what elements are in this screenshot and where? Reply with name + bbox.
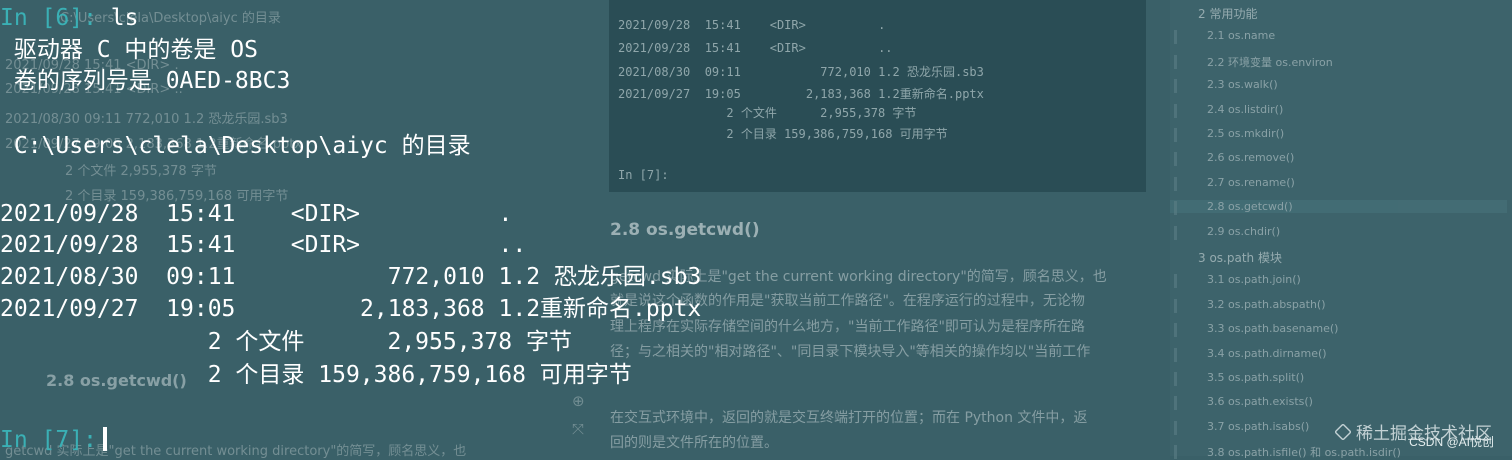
watermark-sub: CSDN @AI悦创 [1409, 435, 1494, 449]
serial-line: 卷的序列号是 0AED-8BC3 [0, 68, 291, 94]
directory-header: C:\Users\clela\Desktop\aiyc 的目录 [0, 133, 471, 159]
files-summary: 2 个文件 2,955,378 字节 [0, 329, 572, 355]
dir-entry: 2021/09/28 15:41 <DIR> . [0, 201, 513, 227]
prompt-label: In [7]: [0, 427, 97, 453]
text-cursor [102, 427, 107, 451]
prompt-line-2[interactable]: In [7]: [0, 426, 107, 454]
juejin-logo-icon [1334, 423, 1352, 441]
command-text: ls [110, 5, 139, 31]
prompt-line-1: In [6]: ls [0, 4, 139, 32]
terminal-output: In [6]: ls 驱动器 C 中的卷是 OS 卷的序列号是 0AED-8BC… [0, 0, 1512, 456]
dir-entry: 2021/08/30 09:11 772,010 1.2 恐龙乐园.sb3 [0, 264, 702, 290]
prompt-label: In [6]: [0, 5, 97, 31]
dir-entry: 2021/09/27 19:05 2,183,368 1.2重新命名.pptx [0, 296, 702, 322]
volume-line: 驱动器 C 中的卷是 OS [0, 37, 258, 63]
dir-entry: 2021/09/28 15:41 <DIR> .. [0, 232, 527, 258]
dirs-summary: 2 个目录 159,386,759,168 可用字节 [0, 362, 632, 388]
